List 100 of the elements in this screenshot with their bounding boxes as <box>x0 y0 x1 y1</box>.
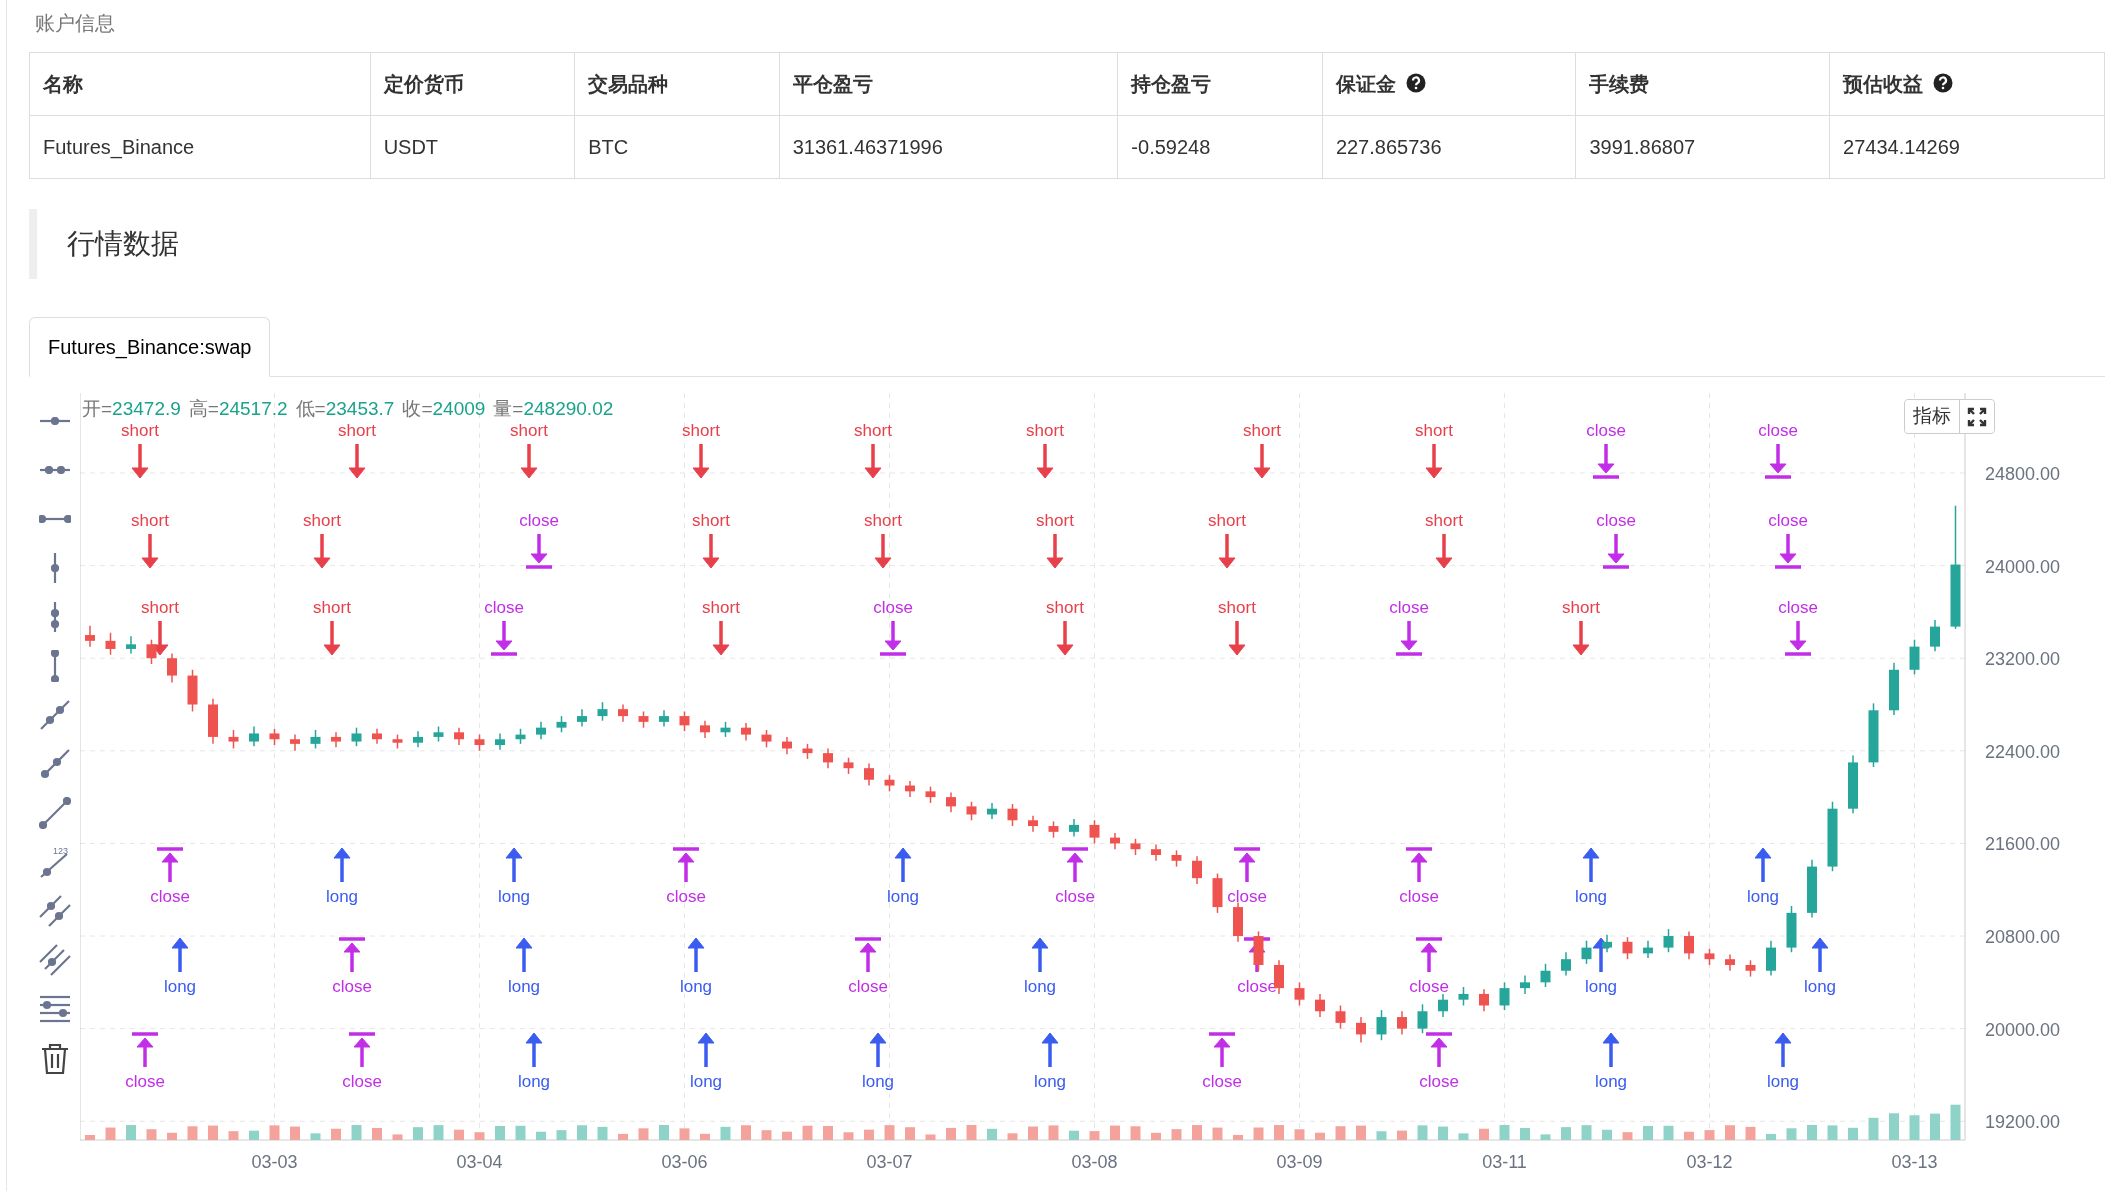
vertical-line-icon <box>50 552 59 584</box>
signal-label: long <box>1574 887 1608 906</box>
down-arrow-icon <box>141 534 159 569</box>
down-arrow-icon <box>1046 534 1064 569</box>
candlestick <box>1684 930 1694 960</box>
signal-label: long <box>163 977 197 996</box>
candlestick <box>1397 1010 1407 1036</box>
down-arrow-icon <box>1036 444 1054 479</box>
column-header: 平仓盈亏 <box>792 73 873 95</box>
up-arrow-from-bar-icon <box>1406 847 1432 882</box>
column-header: 持仓盈亏 <box>1131 73 1212 95</box>
up-arrow-icon <box>1754 847 1772 882</box>
column-header: 定价货币 <box>383 73 464 95</box>
axis-label: 23200.00 <box>1985 649 2061 670</box>
candlestick <box>1520 974 1530 995</box>
down-arrow-to-bar-icon <box>1785 621 1811 656</box>
signal-label: close <box>519 511 559 530</box>
up-arrow-icon <box>1041 1032 1059 1067</box>
down-arrow-icon <box>1253 444 1271 479</box>
down-arrow-icon <box>1218 534 1236 569</box>
down-arrow-to-bar-icon <box>1765 444 1791 479</box>
signal-label: long <box>497 887 531 906</box>
candlestick <box>597 701 608 722</box>
signal-label: short <box>854 421 892 440</box>
candlestick <box>249 725 259 747</box>
up-arrow-from-bar-icon <box>349 1032 375 1067</box>
up-arrow-icon <box>505 847 523 882</box>
down-arrow-icon <box>864 444 882 479</box>
axis-label: 03-09 <box>1276 1152 1323 1172</box>
signal-label: long <box>1594 1072 1628 1091</box>
candlestick <box>1663 928 1674 953</box>
signal-label: long <box>1746 887 1780 906</box>
down-arrow-icon <box>702 534 720 569</box>
axis-label: 03-07 <box>866 1152 913 1172</box>
candlestick <box>1581 939 1592 965</box>
down-arrow-icon <box>1435 534 1453 569</box>
signal-label: close <box>1399 887 1439 906</box>
axis-label: 03-12 <box>1686 1152 1733 1172</box>
signal-label: close <box>1586 421 1626 440</box>
candlestick <box>1007 803 1018 827</box>
horizontal-ray-icon <box>38 466 71 474</box>
signal-label: long <box>325 887 359 906</box>
signal-label: long <box>886 887 920 906</box>
down-arrow-icon <box>692 444 710 479</box>
table-cell: USDT <box>370 115 575 179</box>
down-arrow-icon <box>348 444 366 479</box>
table-cell: 3991.86807 <box>1576 115 1830 179</box>
settings-lines-icon <box>38 993 71 1025</box>
up-arrow-from-bar-icon <box>339 937 365 972</box>
candlestick <box>1622 936 1633 960</box>
indicator-button[interactable]: 指标 <box>1905 400 1960 433</box>
candlestick <box>679 710 690 732</box>
signal-label: close <box>342 1072 382 1091</box>
candlestick <box>864 762 874 787</box>
candlestick <box>823 747 833 769</box>
column-header: 交易品种 <box>588 73 669 95</box>
down-arrow-to-bar-icon <box>1603 534 1629 569</box>
signal-label: long <box>1023 977 1057 996</box>
column-header: 名称 <box>43 73 83 95</box>
up-arrow-icon <box>1811 937 1829 972</box>
up-arrow-from-bar-icon <box>1062 847 1088 882</box>
signal-label: short <box>121 421 159 440</box>
signal-label: short <box>338 421 376 440</box>
table-cell: 227.865736 <box>1322 115 1576 179</box>
signal-label: short <box>510 421 548 440</box>
help-icon[interactable] <box>1405 73 1426 93</box>
signal-label: close <box>1227 887 1267 906</box>
down-arrow-icon <box>712 621 730 656</box>
candlestick <box>310 729 321 750</box>
vertical-segment-icon <box>50 650 59 682</box>
candlestick <box>1192 855 1202 885</box>
signal-label: short <box>303 511 341 530</box>
axis-label: 24800.00 <box>1985 464 2061 484</box>
axis-label: 24000.00 <box>1985 556 2061 577</box>
candlestick <box>966 801 977 822</box>
down-arrow-icon <box>131 444 149 479</box>
down-arrow-icon <box>874 534 892 569</box>
horizontal-line-icon <box>38 417 71 425</box>
up-arrow-from-bar-icon <box>1426 1032 1452 1067</box>
section-heading: 行情数据 <box>29 209 2105 279</box>
up-arrow-icon <box>894 847 912 882</box>
signal-label: short <box>1046 598 1084 617</box>
axis-label: 03-04 <box>456 1152 503 1172</box>
signal-label: close <box>848 977 888 996</box>
axis-label: 03-03 <box>251 1152 298 1172</box>
up-arrow-from-bar-icon <box>1416 937 1442 972</box>
vertical-ray-icon <box>50 601 59 633</box>
signal-label: short <box>1218 598 1256 617</box>
down-arrow-to-bar-icon <box>1593 444 1619 479</box>
signal-label: close <box>1778 598 1818 617</box>
down-arrow-to-bar-icon <box>1775 534 1801 569</box>
help-icon[interactable] <box>1933 73 1954 93</box>
section-title: 账户信息 <box>35 11 116 36</box>
signal-label: long <box>689 1072 723 1091</box>
down-arrow-to-bar-icon <box>526 534 552 569</box>
segment-line-icon <box>38 797 71 829</box>
up-arrow-icon <box>697 1032 715 1067</box>
tab[interactable]: Futures_Binance:swap <box>29 317 271 377</box>
up-arrow-from-bar-icon <box>855 937 881 972</box>
axis-label: 21600.00 <box>1985 834 2061 855</box>
